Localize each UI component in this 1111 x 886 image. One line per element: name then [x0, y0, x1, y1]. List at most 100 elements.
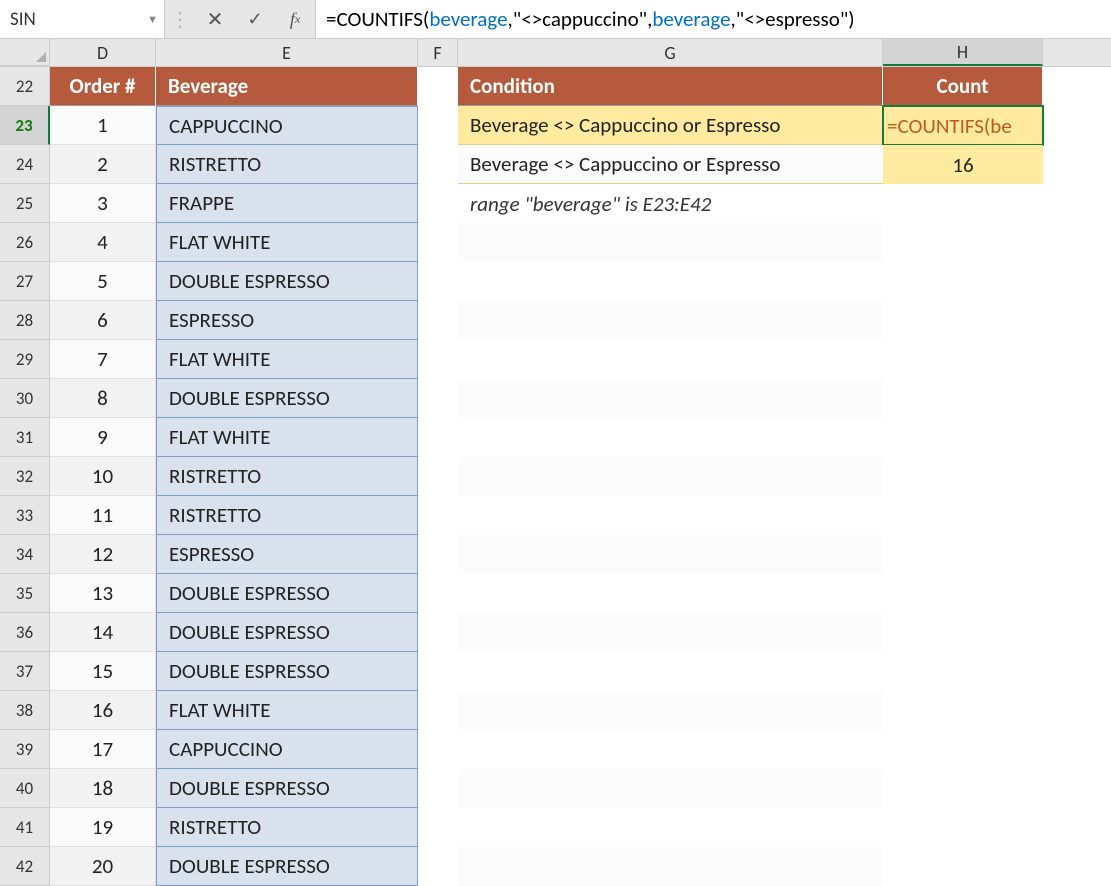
cell-H27[interactable]: [883, 262, 1043, 301]
row-header-41[interactable]: 41: [0, 808, 50, 847]
row-header-36[interactable]: 36: [0, 613, 50, 652]
cell-D41[interactable]: 19: [50, 808, 156, 847]
cell-F38[interactable]: [418, 691, 458, 730]
cell-E40[interactable]: DOUBLE ESPRESSO: [156, 769, 418, 808]
name-box[interactable]: SIN ▼: [0, 0, 165, 38]
cell-D27[interactable]: 5: [50, 262, 156, 301]
cell-D39[interactable]: 17: [50, 730, 156, 769]
cell-G38[interactable]: [458, 691, 883, 730]
condition-header[interactable]: Condition: [458, 67, 883, 106]
beverage-header[interactable]: Beverage: [156, 67, 418, 106]
cell-D28[interactable]: 6: [50, 301, 156, 340]
cell-F31[interactable]: [418, 418, 458, 457]
cell-H24[interactable]: 16: [883, 145, 1043, 184]
cell-H38[interactable]: [883, 691, 1043, 730]
cell-H26[interactable]: [883, 223, 1043, 262]
row-header-34[interactable]: 34: [0, 535, 50, 574]
cell-H28[interactable]: [883, 301, 1043, 340]
cell-E37[interactable]: DOUBLE ESPRESSO: [156, 652, 418, 691]
cell-H30[interactable]: [883, 379, 1043, 418]
cell-D31[interactable]: 9: [50, 418, 156, 457]
cell-H41[interactable]: [883, 808, 1043, 847]
cell-E24[interactable]: RISTRETTO: [156, 145, 418, 184]
cell-G32[interactable]: [458, 457, 883, 496]
cell-F28[interactable]: [418, 301, 458, 340]
row-header-42[interactable]: 42: [0, 847, 50, 886]
cell-G40[interactable]: [458, 769, 883, 808]
cell-G31[interactable]: [458, 418, 883, 457]
cell-E35[interactable]: DOUBLE ESPRESSO: [156, 574, 418, 613]
cell-D29[interactable]: 7: [50, 340, 156, 379]
row-header-31[interactable]: 31: [0, 418, 50, 457]
cell-H25[interactable]: [883, 184, 1043, 223]
cell-G27[interactable]: [458, 262, 883, 301]
cell-H32[interactable]: [883, 457, 1043, 496]
cell-D34[interactable]: 12: [50, 535, 156, 574]
cell-E42[interactable]: DOUBLE ESPRESSO: [156, 847, 418, 886]
row-header-29[interactable]: 29: [0, 340, 50, 379]
cell-F22[interactable]: [418, 67, 458, 106]
cell-E23[interactable]: CAPPUCCINO: [156, 106, 418, 145]
cell-E30[interactable]: DOUBLE ESPRESSO: [156, 379, 418, 418]
cell-D38[interactable]: 16: [50, 691, 156, 730]
cell-G37[interactable]: [458, 652, 883, 691]
cell-G30[interactable]: [458, 379, 883, 418]
row-header-28[interactable]: 28: [0, 301, 50, 340]
cell-E39[interactable]: CAPPUCCINO: [156, 730, 418, 769]
cell-F34[interactable]: [418, 535, 458, 574]
cell-G42[interactable]: [458, 847, 883, 886]
cell-F37[interactable]: [418, 652, 458, 691]
row-header-32[interactable]: 32: [0, 457, 50, 496]
cell-G28[interactable]: [458, 301, 883, 340]
cell-E32[interactable]: RISTRETTO: [156, 457, 418, 496]
cell-F41[interactable]: [418, 808, 458, 847]
cell-H29[interactable]: [883, 340, 1043, 379]
cell-D35[interactable]: 13: [50, 574, 156, 613]
fx-icon[interactable]: fx: [275, 0, 315, 38]
cell-D24[interactable]: 2: [50, 145, 156, 184]
cell-G29[interactable]: [458, 340, 883, 379]
cell-G24[interactable]: Beverage <> Cappuccino or Espresso: [458, 145, 883, 184]
count-header[interactable]: Count: [883, 67, 1043, 106]
cell-E28[interactable]: ESPRESSO: [156, 301, 418, 340]
cell-H37[interactable]: [883, 652, 1043, 691]
cell-H39[interactable]: [883, 730, 1043, 769]
cell-D30[interactable]: 8: [50, 379, 156, 418]
col-header-F[interactable]: F: [418, 39, 458, 66]
cell-H35[interactable]: [883, 574, 1043, 613]
cell-D33[interactable]: 11: [50, 496, 156, 535]
row-header-26[interactable]: 26: [0, 223, 50, 262]
row-header-39[interactable]: 39: [0, 730, 50, 769]
cell-D26[interactable]: 4: [50, 223, 156, 262]
formula-input[interactable]: =COUNTIFS(beverage,"<>cappuccino",bevera…: [315, 0, 1111, 38]
row-header-33[interactable]: 33: [0, 496, 50, 535]
row-header-25[interactable]: 25: [0, 184, 50, 223]
cell-D42[interactable]: 20: [50, 847, 156, 886]
cell-F33[interactable]: [418, 496, 458, 535]
cell-F27[interactable]: [418, 262, 458, 301]
accept-icon[interactable]: ✓: [235, 0, 275, 38]
cell-F32[interactable]: [418, 457, 458, 496]
cell-E41[interactable]: RISTRETTO: [156, 808, 418, 847]
cell-H33[interactable]: [883, 496, 1043, 535]
cell-F39[interactable]: [418, 730, 458, 769]
cell-F23[interactable]: [418, 106, 458, 145]
select-all-corner[interactable]: [0, 39, 50, 66]
row-header-22[interactable]: 22: [0, 67, 50, 106]
cell-E27[interactable]: DOUBLE ESPRESSO: [156, 262, 418, 301]
cell-D36[interactable]: 14: [50, 613, 156, 652]
cell-E34[interactable]: ESPRESSO: [156, 535, 418, 574]
cell-G39[interactable]: [458, 730, 883, 769]
row-header-30[interactable]: 30: [0, 379, 50, 418]
row-header-35[interactable]: 35: [0, 574, 50, 613]
cell-F29[interactable]: [418, 340, 458, 379]
cell-G25[interactable]: range "beverage" is E23:E42: [458, 184, 883, 223]
row-header-27[interactable]: 27: [0, 262, 50, 301]
cell-H34[interactable]: [883, 535, 1043, 574]
cell-F42[interactable]: [418, 847, 458, 886]
cell-G36[interactable]: [458, 613, 883, 652]
order-header[interactable]: Order #: [50, 67, 156, 106]
cell-E31[interactable]: FLAT WHITE: [156, 418, 418, 457]
cell-F26[interactable]: [418, 223, 458, 262]
col-header-D[interactable]: D: [50, 39, 156, 66]
